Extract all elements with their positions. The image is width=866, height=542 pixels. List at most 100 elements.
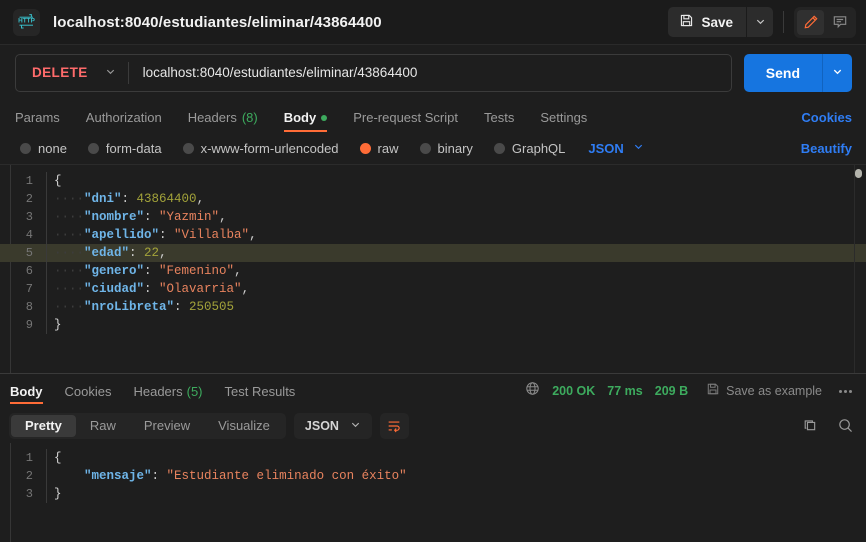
tab-headers[interactable]: Headers (8)	[188, 110, 258, 132]
radio-icon	[419, 142, 431, 154]
view-mode-raw[interactable]: Raw	[76, 415, 130, 437]
search-icon[interactable]	[837, 417, 854, 434]
view-mode-pretty[interactable]: Pretty	[11, 414, 76, 437]
editor-scrollbar-thumb[interactable]	[855, 169, 862, 178]
chevron-down-icon	[105, 64, 116, 82]
send-button[interactable]: Send	[743, 53, 822, 92]
postman-window: HTTP localhost:8040/estudiantes/eliminar…	[0, 0, 866, 542]
save-button[interactable]: Save	[668, 7, 746, 37]
view-mode-preview[interactable]: Preview	[130, 415, 204, 437]
gutter-divider	[46, 316, 47, 334]
body-type-label: form-data	[105, 140, 162, 156]
tab-authorization[interactable]: Authorization	[86, 110, 162, 132]
code-line[interactable]: 5 ····"edad": 22,	[0, 244, 866, 262]
body-type-label: GraphQL	[511, 140, 566, 156]
code-line[interactable]: 3}	[0, 485, 866, 503]
gutter-divider	[46, 280, 47, 298]
response-tab-test-results[interactable]: Test Results	[225, 374, 296, 408]
ellipsis-icon[interactable]	[837, 384, 854, 399]
save-as-example-button[interactable]: Save as example	[706, 382, 822, 401]
response-code-area[interactable]: 1{2 "mensaje": "Estudiante eliminado con…	[0, 443, 866, 542]
line-number: 3	[25, 210, 33, 224]
copy-icon[interactable]	[802, 417, 819, 434]
response-format-select[interactable]: JSON	[293, 412, 372, 439]
pencil-icon[interactable]	[797, 9, 824, 35]
globe-icon[interactable]	[525, 381, 540, 401]
code-line[interactable]: 3 ····"nombre": "Yazmin",	[0, 208, 866, 226]
send-button-group: Send	[743, 53, 852, 92]
toolbar-divider	[783, 11, 784, 33]
response-body-panel[interactable]: 1{2 "mensaje": "Estudiante eliminado con…	[0, 443, 866, 542]
body-type-label: binary	[437, 140, 473, 156]
gutter-divider	[46, 467, 47, 485]
body-type-urlencoded[interactable]: x-www-form-urlencoded	[182, 141, 339, 156]
line-number: 1	[25, 174, 33, 188]
line-number: 7	[25, 282, 33, 296]
comment-icon[interactable]	[826, 10, 853, 35]
http-method-select[interactable]: DELETE	[16, 55, 128, 91]
gutter-divider	[46, 485, 47, 503]
floppy-disk-icon	[679, 13, 694, 31]
request-body-editor[interactable]: 1{2 ····"dni": 43864400, 3 ····"nombre": "Y…	[0, 164, 866, 373]
code-line[interactable]: 9}	[0, 316, 866, 334]
response-headers-count: (5)	[186, 383, 203, 399]
request-code-area[interactable]: 1{2 ····"dni": 43864400, 3 ····"nombre": "Y…	[0, 165, 866, 373]
tab-label: Params	[15, 110, 60, 125]
code-text: {	[54, 174, 62, 188]
response-tab-body[interactable]: Body	[10, 374, 43, 408]
view-mode-group	[794, 6, 856, 38]
view-mode-visualize[interactable]: Visualize	[204, 415, 284, 437]
content-type-select[interactable]: JSON	[588, 139, 643, 157]
line-number: 2	[25, 192, 33, 206]
cookies-link[interactable]: Cookies	[801, 110, 852, 132]
tab-params[interactable]: Params	[15, 110, 60, 132]
svg-text:HTTP: HTTP	[18, 17, 35, 24]
tab-tests[interactable]: Tests	[484, 110, 514, 132]
send-options-caret[interactable]	[822, 53, 852, 92]
code-line[interactable]: 7 ····"ciudad": "Olavarria",	[0, 280, 866, 298]
gutter-divider	[46, 226, 47, 244]
page-title: localhost:8040/estudiantes/eliminar/4386…	[53, 13, 382, 31]
editor-scrollbar[interactable]	[854, 165, 865, 373]
code-line[interactable]: 2 ····"dni": 43864400,	[0, 190, 866, 208]
response-tab-cookies[interactable]: Cookies	[65, 374, 112, 408]
save-options-caret[interactable]	[746, 7, 773, 37]
response-tab-headers[interactable]: Headers (5)	[133, 374, 202, 408]
radio-icon	[20, 142, 31, 154]
line-number: 1	[25, 451, 33, 465]
code-line[interactable]: 8 ····"nroLibreta": 250505	[0, 298, 866, 316]
code-line[interactable]: 1{	[0, 449, 866, 467]
code-line[interactable]: 2 "mensaje": "Estudiante eliminado con é…	[0, 467, 866, 485]
response-toolbar: Pretty Raw Preview Visualize JSON	[0, 408, 866, 443]
line-number: 2	[25, 469, 33, 483]
body-type-form-data[interactable]: form-data	[87, 140, 162, 156]
code-line[interactable]: 6 ····"genero": "Femenino",	[0, 262, 866, 280]
url-input[interactable]: localhost:8040/estudiantes/eliminar/4386…	[129, 65, 731, 80]
body-type-raw[interactable]: raw	[359, 141, 399, 156]
tab-body[interactable]: Body	[283, 110, 328, 132]
radio-icon	[87, 142, 99, 154]
tab-label: Test Results	[224, 383, 296, 399]
top-toolbar-actions: Save	[668, 6, 856, 38]
code-text: ····"genero": "Femenino",	[54, 264, 242, 278]
response-toolbar-actions	[802, 417, 854, 434]
body-type-binary[interactable]: binary	[419, 140, 473, 156]
top-toolbar: HTTP localhost:8040/estudiantes/eliminar…	[0, 0, 866, 45]
beautify-link[interactable]: Beautify	[801, 141, 852, 156]
body-type-none[interactable]: none	[20, 141, 67, 156]
radio-selected-icon	[359, 142, 371, 154]
chevron-down-icon	[755, 15, 766, 30]
body-type-graphql[interactable]: GraphQL	[493, 140, 566, 156]
tab-settings[interactable]: Settings	[540, 110, 587, 132]
code-text: {	[54, 451, 62, 465]
code-line[interactable]: 1{	[0, 172, 866, 190]
tab-pre-request-script[interactable]: Pre-request Script	[353, 110, 458, 132]
wrap-text-icon[interactable]	[379, 412, 409, 439]
code-line[interactable]: 4 ····"apellido": "Villalba",	[0, 226, 866, 244]
gutter-divider	[46, 172, 47, 190]
line-number: 8	[25, 300, 33, 314]
gutter-divider	[46, 262, 47, 280]
response-status-zone: 200 OK 77 ms 209 B Save as example	[525, 381, 854, 401]
line-number: 4	[25, 228, 33, 242]
code-text: "mensaje": "Estudiante eliminado con éxi…	[84, 469, 407, 483]
